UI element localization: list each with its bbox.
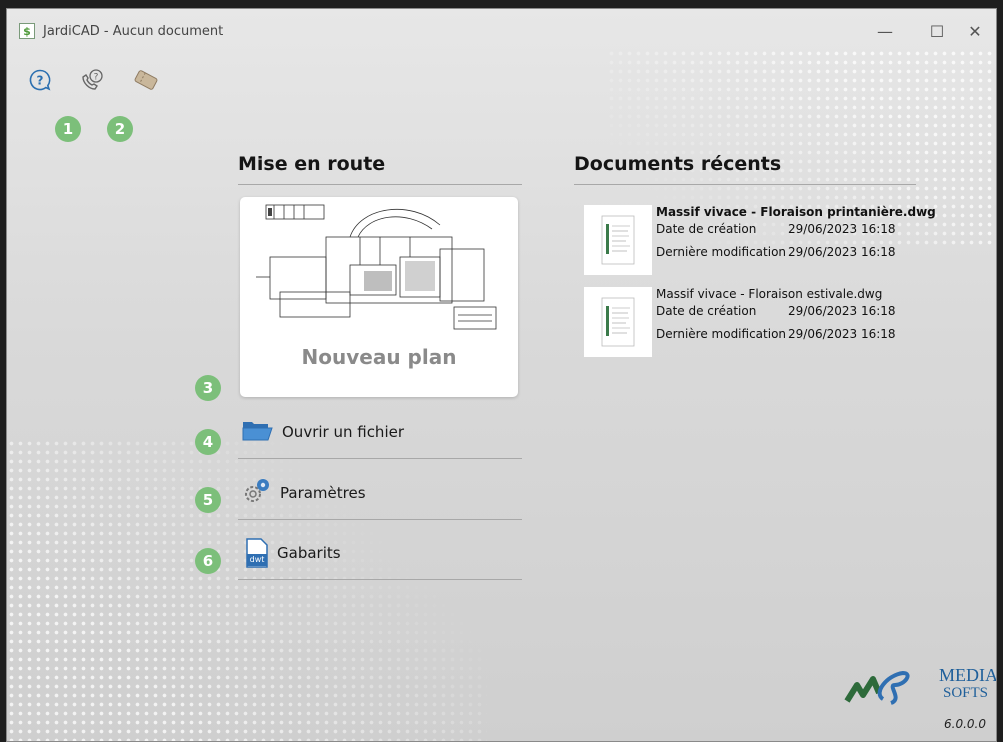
folder-icon (242, 419, 274, 445)
recent-documents-divider (574, 184, 916, 185)
callout-badge-2: 2 (107, 116, 133, 142)
creation-date-value: 29/06/2023 16:18 (788, 222, 896, 236)
modified-date-value: 29/06/2023 16:18 (788, 245, 896, 259)
dwt-file-icon-text: dwt (249, 555, 265, 564)
new-plan-card[interactable]: Nouveau plan (240, 197, 518, 397)
creation-date-label: Date de création (656, 222, 757, 236)
recent-documents-title: Documents récents (574, 153, 782, 175)
templates-label: Gabarits (277, 544, 341, 562)
settings-button[interactable]: Paramètres (242, 477, 366, 509)
modified-date-label: Dernière modification (656, 245, 787, 259)
open-file-divider (238, 458, 522, 459)
settings-divider (238, 519, 522, 520)
title-bar: $ JardiCAD - Aucun document (7, 9, 996, 53)
getting-started-title: Mise en route (238, 153, 386, 175)
getting-started-divider (238, 184, 522, 185)
callout-badge-5: 5 (195, 487, 221, 513)
logo-text-media: MEDIA (939, 665, 997, 685)
version-label: 6.0.0.0 (944, 717, 986, 731)
open-file-button[interactable]: Ouvrir un fichier (242, 417, 404, 447)
callout-badge-6: 6 (195, 548, 221, 574)
minimize-button[interactable]: — (862, 9, 908, 53)
open-file-label: Ouvrir un fichier (282, 423, 405, 441)
document-thumbnail (584, 287, 652, 357)
document-thumbnail (584, 205, 652, 275)
ticket-icon[interactable] (131, 67, 161, 93)
recent-document-item[interactable]: Massif vivace - Floraison estivale.dwg D… (584, 287, 924, 357)
document-name: Massif vivace - Floraison printanière.dw… (656, 205, 936, 219)
templates-divider (238, 579, 522, 580)
dwt-file-icon: dwt (245, 538, 269, 568)
floor-plan-thumbnail (256, 204, 497, 330)
window-title: JardiCAD - Aucun document (43, 23, 224, 39)
callout-badge-1: 1 (55, 116, 81, 142)
settings-label: Paramètres (280, 484, 366, 502)
creation-date-label: Date de création (656, 304, 757, 318)
app-window: $ JardiCAD - Aucun document — ☐ ✕ ? ? 1 … (6, 8, 997, 742)
recent-document-item[interactable]: Massif vivace - Floraison printanière.dw… (584, 205, 936, 275)
callout-badge-4: 4 (195, 429, 221, 455)
callout-badge-3: 3 (195, 375, 221, 401)
support-phone-icon[interactable]: ? (79, 67, 107, 93)
svg-text:?: ? (37, 74, 44, 88)
modified-date-value: 29/06/2023 16:18 (788, 327, 896, 341)
close-button[interactable]: ✕ (952, 9, 996, 53)
new-plan-label: Nouveau plan (301, 345, 457, 369)
svg-text:?: ? (94, 73, 99, 83)
templates-button[interactable]: dwt Gabarits (245, 536, 341, 570)
creation-date-value: 29/06/2023 16:18 (788, 304, 896, 318)
help-icon[interactable]: ? (27, 67, 53, 93)
modified-date-label: Dernière modification (656, 327, 787, 341)
document-name: Massif vivace - Floraison estivale.dwg (656, 287, 883, 301)
app-logo-icon: $ (19, 23, 35, 39)
mediasofts-logo: MEDIA SOFTS (843, 663, 996, 713)
logo-text-softs: SOFTS (943, 685, 989, 701)
gear-icon (242, 477, 272, 509)
